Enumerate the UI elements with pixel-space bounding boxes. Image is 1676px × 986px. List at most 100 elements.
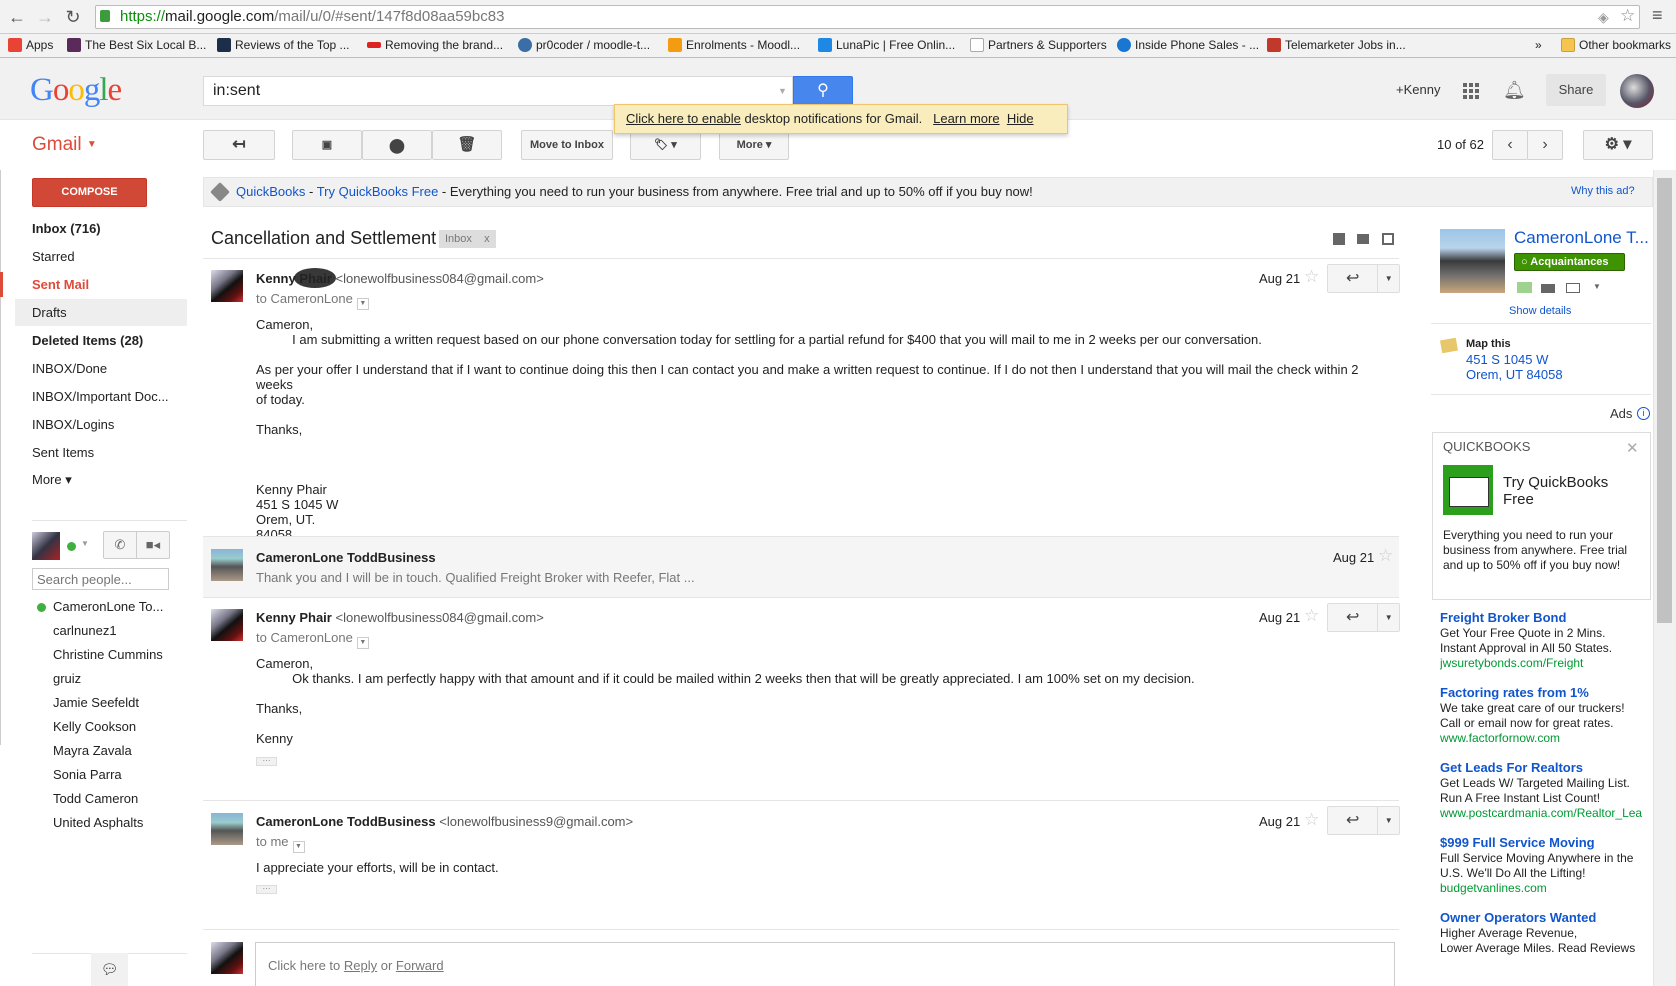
back-button[interactable]: ← [6,6,28,28]
bookmark-item[interactable]: Partners & Supporters [970,38,1107,52]
ad-title-link[interactable]: Factoring rates from 1% [1440,684,1655,701]
sidebar-item-inbox-logins[interactable]: INBOX/Logins [15,411,187,438]
why-this-ad-link[interactable]: Why this ad? [1571,185,1635,197]
chat-profile-avatar[interactable] [32,532,60,560]
details-dropdown-icon[interactable]: ▼ [356,637,369,649]
sidebar-item-inbox[interactable]: Inbox (716) [15,215,187,242]
status-menu-caret-icon[interactable]: ▼ [81,539,89,548]
sender-name[interactable]: CameronLone ToddBusiness [256,814,436,829]
bookmark-star-icon[interactable]: ☆ [1620,6,1635,26]
labels-button[interactable]: 🏷︎ ▾ [630,130,701,160]
chat-contact[interactable]: gruiz [53,671,81,686]
account-avatar[interactable] [1620,74,1654,108]
reply-link[interactable]: Reply [344,958,377,973]
bookmark-item[interactable]: Reviews of the Top ... [217,38,350,52]
star-icon[interactable]: ☆ [1304,810,1319,830]
phone-call-icon[interactable]: ✆ [104,532,136,558]
reply-icon[interactable]: ↩ [1328,807,1377,834]
ad-advertiser-link[interactable]: QuickBooks [236,184,305,199]
contact-photo[interactable] [1440,229,1505,293]
sidebar-item-inbox-important[interactable]: INBOX/Important Doc... [15,383,187,410]
sender-avatar[interactable] [211,270,243,302]
details-dropdown-icon[interactable]: ▼ [356,298,369,310]
sidebar-item-more[interactable]: More ▾ [15,466,187,493]
quickbooks-ad-image[interactable] [1443,465,1493,515]
collapsed-message[interactable] [203,537,1399,597]
more-caret-icon[interactable]: ▼ [1593,282,1601,291]
video-icon[interactable] [1541,284,1555,293]
menu-icon[interactable]: ≡ [1652,5,1663,26]
compose-button[interactable]: COMPOSE [32,178,147,207]
sender-name[interactable]: CameronLone ToddBusiness [256,550,436,565]
sender-name[interactable]: Kenny Phair [256,610,332,625]
print-icon[interactable] [1357,234,1369,244]
bookmark-item[interactable]: The Best Six Local B... [67,38,206,52]
notifications-bell-icon[interactable]: 🔔︎ [1503,80,1526,101]
more-options-caret-icon[interactable]: ▼ [1377,807,1399,834]
sidebar-item-drafts[interactable]: Drafts [15,299,187,326]
hide-link[interactable]: Hide [1007,111,1034,126]
settings-button[interactable]: ⚙ ▾ [1583,130,1653,160]
scrollbar-thumb[interactable] [1657,178,1672,623]
reload-button[interactable]: ↻ [62,6,84,28]
share-button[interactable]: Share [1546,74,1606,106]
learn-more-link[interactable]: Learn more [933,111,999,126]
address-bar[interactable]: https://mail.google.com/mail/u/0/#sent/1… [95,5,1640,29]
reply-box[interactable]: Click here to Reply or Forward [255,942,1395,986]
info-icon[interactable]: i [1637,407,1650,420]
show-trimmed-content-button[interactable]: ··· [256,757,277,766]
chat-icon[interactable] [1517,282,1532,293]
ad-url[interactable]: www.postcardmania.com/Realtor_Lea [1440,806,1655,821]
bookmark-item[interactable]: LunaPic | Free Onlin... [818,38,955,52]
star-icon[interactable]: ☆ [1304,606,1319,626]
sender-avatar[interactable] [211,609,243,641]
enable-notifications-link[interactable]: Click here to enable [626,111,741,126]
chat-contact[interactable]: Jamie Seefeldt [53,695,139,710]
older-button[interactable]: › [1527,130,1563,160]
google-plus-profile-link[interactable]: +Kenny [1396,82,1440,97]
search-input[interactable]: in:sent [203,76,793,106]
ad-url[interactable]: budgetvanlines.com [1440,881,1655,896]
email-icon[interactable] [1566,283,1580,293]
video-call-icon[interactable]: ■◂ [136,532,169,558]
sidebar-item-deleted-items[interactable]: Deleted Items (28) [15,327,187,354]
chat-contact[interactable]: Mayra Zavala [53,743,132,758]
search-people-input[interactable] [32,568,169,590]
more-options-caret-icon[interactable]: ▼ [1377,604,1399,631]
ad-url[interactable]: www.factorfornow.com [1440,731,1655,746]
gmail-menu[interactable]: Gmail ▼ [32,134,97,156]
contact-name-link[interactable]: CameronLone T... [1514,228,1649,248]
online-status-icon[interactable] [67,542,76,551]
address-link-line1[interactable]: 451 S 1045 W [1466,352,1548,367]
extension-icon[interactable]: ◈ [1598,9,1609,26]
bookmark-item[interactable]: Removing the brand... [367,38,503,52]
sidebar-item-inbox-done[interactable]: INBOX/Done [15,355,187,382]
sidebar-item-sent-items[interactable]: Sent Items [15,439,187,466]
expand-all-icon[interactable] [1333,233,1345,245]
archive-button[interactable]: ▣ [292,130,362,160]
ad-title-link[interactable]: Get Leads For Realtors [1440,759,1655,776]
other-bookmarks[interactable]: Other bookmarks [1561,38,1671,52]
move-to-inbox-button[interactable]: Move to Inbox [521,130,613,160]
chat-contact[interactable]: Sonia Parra [53,767,122,782]
new-window-icon[interactable] [1382,233,1394,245]
report-spam-button[interactable]: ⬤ [362,130,432,160]
delete-button[interactable]: 🗑︎ [432,130,502,160]
chat-contact[interactable]: Todd Cameron [53,791,138,806]
more-options-caret-icon[interactable]: ▼ [1377,265,1399,292]
apps-grid-icon[interactable] [1463,83,1479,99]
chat-bubble-icon[interactable]: 💬︎ [91,953,128,986]
bookmark-apps[interactable]: Apps [8,38,53,52]
bookmark-item[interactable]: Inside Phone Sales - ... [1117,38,1259,52]
forward-link[interactable]: Forward [396,958,444,973]
bookmark-item[interactable]: Telemarketer Jobs in... [1267,38,1406,52]
chat-contact[interactable]: carlnunez1 [53,623,117,638]
google-logo[interactable]: Google [30,72,122,109]
show-trimmed-content-button[interactable]: ··· [256,885,277,894]
chat-contact[interactable]: CameronLone To... [53,599,163,614]
ad-title-link[interactable]: Owner Operators Wanted [1440,909,1655,926]
chat-contact[interactable]: Kelly Cookson [53,719,136,734]
newer-button[interactable]: ‹ [1492,130,1528,160]
ad-title-link[interactable]: Freight Broker Bond [1440,609,1655,626]
sidebar-item-sent-mail[interactable]: Sent Mail [15,271,187,298]
